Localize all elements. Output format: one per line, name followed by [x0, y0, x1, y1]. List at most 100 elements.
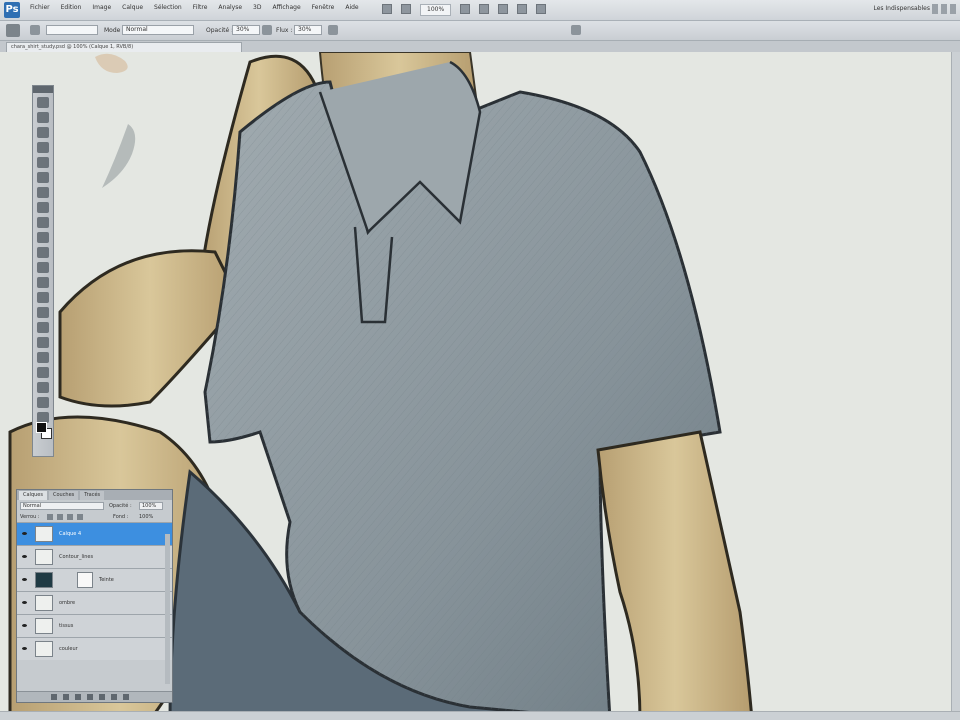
view-extras-icon[interactable] — [401, 4, 411, 14]
lasso-tool-icon[interactable] — [37, 127, 49, 138]
healing-tool-icon[interactable] — [37, 187, 49, 198]
document-tab[interactable]: chara_shirt_study.psd @ 100% (Calque 1, … — [6, 42, 242, 52]
airbrush-icon[interactable] — [328, 25, 338, 35]
eye-icon[interactable] — [21, 530, 28, 537]
opacity-label: Opacité : — [109, 503, 132, 509]
menu-analysis[interactable]: Analyse — [218, 4, 242, 11]
type-tool-icon[interactable] — [37, 322, 49, 333]
menu-3d[interactable]: 3D — [253, 4, 261, 11]
zoom-level[interactable]: 100% — [420, 4, 452, 16]
stamp-tool-icon[interactable] — [37, 217, 49, 228]
shape-tool-icon[interactable] — [37, 352, 49, 363]
minimize-icon[interactable] — [932, 4, 938, 14]
new-layer-icon[interactable] — [111, 694, 117, 700]
eye-icon[interactable] — [21, 576, 28, 583]
move-tool-icon[interactable] — [37, 97, 49, 108]
layer-thumbnail — [35, 641, 53, 657]
pen-tool-icon[interactable] — [37, 307, 49, 318]
dodge-tool-icon[interactable] — [37, 292, 49, 303]
close-icon[interactable] — [950, 4, 956, 14]
menu-help[interactable]: Aide — [345, 4, 358, 11]
tab-layers[interactable]: Calques — [19, 491, 47, 500]
brush-size-field[interactable] — [46, 25, 98, 35]
layer-style-icon[interactable] — [63, 694, 69, 700]
panel-grip[interactable] — [33, 86, 53, 93]
path-select-tool-icon[interactable] — [37, 337, 49, 348]
lock-position-icon[interactable] — [67, 514, 73, 520]
rotate-view-icon[interactable] — [498, 4, 509, 14]
foreground-color-swatch[interactable] — [36, 422, 47, 433]
layer-opacity-field[interactable]: 100% — [139, 502, 163, 510]
menu-view[interactable]: Affichage — [272, 4, 300, 11]
zoom-tool-icon[interactable] — [37, 382, 49, 393]
brush-tool-icon[interactable] — [37, 202, 49, 213]
eyedropper-tool-icon[interactable] — [37, 172, 49, 183]
layer-name: Calque 4 — [59, 531, 82, 537]
brush-tool-icon[interactable] — [6, 24, 20, 37]
lock-transparent-icon[interactable] — [47, 514, 53, 520]
eye-icon[interactable] — [21, 622, 28, 629]
flow-field[interactable]: 30% — [294, 25, 322, 35]
menu-select[interactable]: Sélection — [154, 4, 182, 11]
layer-row[interactable]: couleur — [17, 637, 172, 660]
blur-tool-icon[interactable] — [37, 277, 49, 288]
trash-icon[interactable] — [123, 694, 129, 700]
hand-tool-icon[interactable] — [37, 367, 49, 378]
window-controls — [932, 4, 956, 14]
menu-edit[interactable]: Edition — [61, 4, 82, 11]
pressure-opacity-icon[interactable] — [262, 25, 272, 35]
opacity-field[interactable]: 30% — [232, 25, 260, 35]
eye-icon[interactable] — [21, 553, 28, 560]
tools-panel — [32, 85, 54, 457]
horizontal-scrollbar[interactable] — [0, 711, 960, 720]
maximize-icon[interactable] — [941, 4, 947, 14]
workspace-switcher[interactable]: Les Indispensables — [873, 5, 930, 12]
layer-row[interactable]: tissus — [17, 614, 172, 637]
layers-scrollbar[interactable] — [165, 534, 170, 684]
eye-icon[interactable] — [21, 645, 28, 652]
layer-name: Teinte — [99, 577, 114, 583]
layer-row[interactable]: ombre — [17, 591, 172, 614]
blend-mode-select[interactable]: Normal — [20, 502, 104, 510]
lock-all-icon[interactable] — [77, 514, 83, 520]
opacity-label: Opacité : — [206, 27, 234, 34]
arrange-documents-icon[interactable] — [517, 4, 528, 14]
mode-select[interactable]: Normal — [122, 25, 194, 35]
3d-rotate-tool-icon[interactable] — [37, 397, 49, 408]
vertical-scrollbar[interactable] — [951, 52, 960, 712]
app-bar-icons: 100% — [382, 4, 547, 16]
screen-mode-icon[interactable] — [536, 4, 547, 14]
bridge-icon[interactable] — [382, 4, 392, 14]
menu-filter[interactable]: Filtre — [193, 4, 208, 11]
history-brush-tool-icon[interactable] — [37, 232, 49, 243]
eye-icon[interactable] — [21, 599, 28, 606]
tab-channels[interactable]: Couches — [48, 491, 79, 500]
brush-preset-icon[interactable] — [30, 25, 40, 35]
new-group-icon[interactable] — [99, 694, 105, 700]
menu-bar: Ps Fichier Edition Image Calque Sélectio… — [0, 0, 960, 21]
layer-row[interactable]: Calque 4 — [17, 522, 172, 545]
menu-window[interactable]: Fenêtre — [312, 4, 335, 11]
eraser-tool-icon[interactable] — [37, 247, 49, 258]
tab-paths[interactable]: Tracés — [80, 491, 105, 500]
lock-pixels-icon[interactable] — [57, 514, 63, 520]
menu-image[interactable]: Image — [92, 4, 111, 11]
layer-row[interactable]: Contour_lines — [17, 545, 172, 568]
right-arm — [596, 430, 754, 720]
add-mask-icon[interactable] — [75, 694, 81, 700]
crop-tool-icon[interactable] — [37, 157, 49, 168]
layer-row[interactable]: Teinte — [17, 568, 172, 591]
menu-file[interactable]: Fichier — [30, 4, 50, 11]
blend-controls: Normal Opacité : 100% — [17, 500, 172, 512]
link-layers-icon[interactable] — [51, 694, 57, 700]
gradient-tool-icon[interactable] — [37, 262, 49, 273]
menu-layer[interactable]: Calque — [122, 4, 143, 11]
zoom-icon[interactable] — [479, 4, 490, 14]
marquee-tool-icon[interactable] — [37, 112, 49, 123]
adjustment-layer-icon[interactable] — [87, 694, 93, 700]
quick-select-tool-icon[interactable] — [37, 142, 49, 153]
layer-fill-field[interactable]: 100% — [139, 514, 153, 520]
layer-name: Contour_lines — [59, 554, 94, 560]
hand-icon[interactable] — [460, 4, 471, 14]
pressure-size-icon[interactable] — [571, 25, 581, 35]
